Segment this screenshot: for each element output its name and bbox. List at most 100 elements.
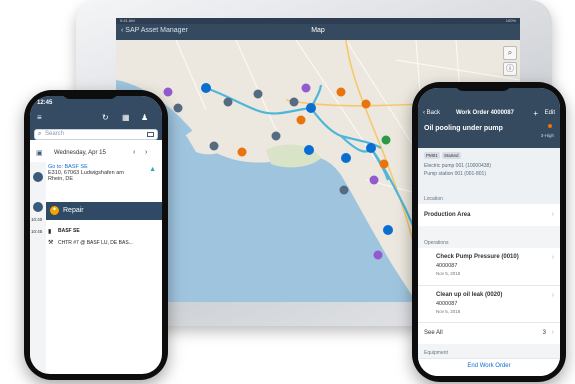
back-button[interactable]: ‹ Back: [423, 110, 440, 116]
end-work-order-button[interactable]: End Work Order: [418, 363, 560, 369]
repair-label: Repair: [63, 207, 84, 214]
phone-notch: [62, 90, 118, 99]
operation-row[interactable]: Clean up oil leak (0020) 4000087 Nov 5, …: [418, 285, 560, 325]
wrench-icon: ✦: [50, 206, 59, 215]
operation-date: Nov 5, 2018: [436, 309, 461, 314]
repair-item[interactable]: ✦ Repair: [46, 202, 162, 220]
operations-list: Check Pump Pressure (0010) 4000087 Nov 5…: [418, 248, 560, 344]
map-marker[interactable]: [289, 97, 299, 107]
map-marker[interactable]: [381, 135, 391, 145]
time-label: 10:40: [31, 217, 43, 222]
map-marker[interactable]: [304, 145, 314, 155]
map-marker[interactable]: [379, 159, 389, 169]
see-all-row[interactable]: See All 3 ›: [418, 322, 560, 344]
map-marker[interactable]: [341, 153, 351, 163]
map-marker[interactable]: [383, 225, 393, 235]
status-badge: Started: [442, 152, 461, 159]
previous-day-button[interactable]: ‹: [133, 149, 135, 156]
customer-name: BASF SE: [58, 228, 80, 234]
operation-order: 4000087: [436, 263, 458, 269]
equipment-line: Electric pump 001 (10000438): [424, 163, 491, 169]
next-day-button[interactable]: ›: [145, 149, 147, 156]
location-row[interactable]: Production Area ›: [418, 204, 560, 226]
operation-row[interactable]: Check Pump Pressure (0010) 4000087 Nov 5…: [418, 248, 560, 288]
equipment-line: CHTR #7 @ BASF LU, DE BAS...: [58, 240, 133, 246]
tool-icon: ⚒: [48, 240, 54, 246]
priority-label: 3-High: [540, 133, 554, 138]
timeline-rail: 10:40 10:45: [30, 162, 46, 374]
job-icon: [33, 202, 43, 212]
address-line: Rhein, DE: [48, 176, 74, 182]
person-icon[interactable]: ♟: [141, 113, 148, 122]
map-marker[interactable]: [361, 99, 371, 109]
work-order-header: ‹ Back Work Order 4000087 + Edit Oil poo…: [418, 88, 560, 148]
map-marker[interactable]: [369, 175, 379, 185]
edit-button[interactable]: Edit: [545, 110, 555, 116]
priority-dot: [548, 124, 552, 128]
chevron-right-icon: ›: [551, 211, 554, 218]
status-time: 9:41 AM: [120, 18, 135, 23]
app-header: ‹ SAP Asset Manager Map: [116, 24, 520, 40]
location-value: Production Area: [424, 212, 471, 218]
bottom-bar: End Work Order: [418, 358, 560, 376]
operation-title: Check Pump Pressure (0010): [436, 254, 519, 260]
section-caption: Equipment: [424, 350, 448, 356]
back-label: Back: [426, 110, 441, 116]
travel-icon: [33, 172, 43, 182]
map-marker[interactable]: [201, 83, 211, 93]
map-marker[interactable]: [296, 115, 306, 125]
calendar-day-icon: ▣: [36, 150, 43, 157]
add-icon[interactable]: +: [533, 109, 538, 118]
navigate-icon[interactable]: ▲: [149, 166, 156, 173]
building-icon: ▮: [48, 229, 52, 235]
sync-icon[interactable]: ↻: [102, 113, 109, 122]
chevron-right-icon: ›: [551, 292, 554, 299]
menu-icon[interactable]: ≡: [37, 113, 42, 122]
status-badge: PM01: [424, 152, 440, 159]
page-title: Map: [311, 27, 325, 34]
search-placeholder: Search: [45, 131, 65, 137]
map-marker[interactable]: [373, 250, 383, 260]
map-marker[interactable]: [336, 87, 346, 97]
schedule-header: 12:45 ≡ ↻ ▦ ♟ ⌕ Search: [30, 96, 162, 140]
left-phone-screen: 12:45 ≡ ↻ ▦ ♟ ⌕ Search ▣ Wednesday, Apr …: [30, 96, 162, 374]
work-order-body: PM01 Started Electric pump 001 (10000438…: [418, 148, 560, 376]
map-marker[interactable]: [173, 103, 183, 113]
calendar-icon[interactable]: ▦: [122, 113, 130, 122]
battery-level: 100%: [505, 18, 516, 23]
order-title: Oil pooling under pump: [424, 125, 503, 132]
toolbar: ≡ ↻ ▦ ♟: [30, 113, 162, 127]
search-icon: ⌕: [38, 131, 42, 137]
map-marker[interactable]: [163, 87, 173, 97]
nav-bar: ‹ Back Work Order 4000087 + Edit: [418, 109, 560, 120]
map-marker[interactable]: [253, 89, 263, 99]
chevron-right-icon: ›: [551, 329, 554, 336]
travel-card[interactable]: Go to: BASF SE E310, 67063 Ludwigshafen …: [48, 164, 158, 194]
map-marker[interactable]: [271, 131, 281, 141]
right-phone-screen: ‹ Back Work Order 4000087 + Edit Oil poo…: [418, 88, 560, 376]
map-marker[interactable]: [366, 143, 376, 153]
current-date: Wednesday, Apr 15: [54, 150, 106, 156]
map-marker[interactable]: [223, 97, 233, 107]
map-marker[interactable]: [306, 103, 316, 113]
phone-notch: [455, 82, 511, 91]
product-showcase: 9:41 AM 100% ‹ SAP Asset Manager Map ⌕ ⓘ…: [0, 0, 575, 384]
map-marker[interactable]: [237, 147, 247, 157]
map-marker[interactable]: [209, 141, 219, 151]
search-icon[interactable]: ⌕: [503, 46, 517, 60]
job-card[interactable]: ▮ BASF SE ⚒ CHTR #7 @ BASF LU, DE BAS...: [48, 226, 158, 254]
map-marker[interactable]: [301, 83, 311, 93]
left-phone-device: 12:45 ≡ ↻ ▦ ♟ ⌕ Search ▣ Wednesday, Apr …: [24, 90, 168, 380]
search-input[interactable]: ⌕ Search: [34, 129, 158, 140]
status-time: 12:45: [37, 100, 53, 106]
right-phone-device: ‹ Back Work Order 4000087 + Edit Oil poo…: [412, 82, 566, 382]
section-caption: Location: [424, 196, 443, 202]
operation-date: Nov 5, 2018: [436, 271, 461, 276]
map-marker[interactable]: [339, 185, 349, 195]
see-all-link: See All: [424, 330, 443, 336]
barcode-icon[interactable]: [147, 132, 154, 137]
page-title: Work Order 4000087: [456, 110, 514, 116]
info-icon[interactable]: ⓘ: [503, 62, 517, 76]
see-all-count: 3: [542, 330, 546, 336]
operation-order: 4000087: [436, 301, 458, 307]
